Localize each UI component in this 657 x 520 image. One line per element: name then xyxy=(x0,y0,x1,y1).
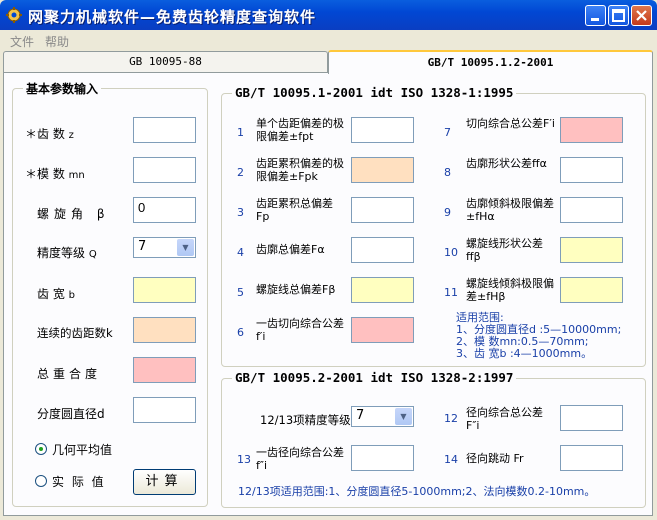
Fi-tangential-output[interactable] xyxy=(560,117,623,143)
item-number: 6 xyxy=(237,326,244,339)
item-label: 螺旋线倾斜极限偏差±fHβ xyxy=(466,277,554,303)
minimize-icon xyxy=(591,18,599,21)
radial-grade-value: 7 xyxy=(356,408,365,423)
item-label: 螺旋线形状公差ffβ xyxy=(466,237,543,263)
item-label: 径向跳动 Fr xyxy=(466,452,524,465)
item-number: 5 xyxy=(237,286,244,299)
range-note: 适用范围: 1、分度圆直径d :5—10000mm; 2、模 数mn:0.5—7… xyxy=(456,311,622,360)
item-label: 径向综合总公差F″i xyxy=(466,406,543,432)
accuracy-grade-select[interactable]: 7 ▼ xyxy=(133,237,196,258)
face-width-input[interactable] xyxy=(133,277,196,303)
module-label: ＊模 数 mn xyxy=(25,167,85,181)
title-bar: 网聚力机械软件—免费齿轮精度查询软件 xyxy=(0,0,657,30)
maximize-button[interactable] xyxy=(608,5,629,26)
item-label: 切向综合总公差F′i xyxy=(466,117,555,130)
ff-beta-output[interactable] xyxy=(560,237,623,263)
tab-gb-t-10095-2001[interactable]: GB/T 10095.1.2-2001 xyxy=(328,50,653,74)
item-label: 螺旋线总偏差Fβ xyxy=(256,283,336,296)
item-number: 1 xyxy=(237,126,244,139)
gear-app-icon xyxy=(6,7,22,23)
face-width-label: 齿 宽 b xyxy=(37,287,76,301)
fpk-output[interactable] xyxy=(351,157,414,183)
window-title: 网聚力机械软件—免费齿轮精度查询软件 xyxy=(28,8,317,26)
geometric-mean-label: 几何平均值 xyxy=(52,443,113,457)
item-number: 14 xyxy=(444,453,458,466)
item-label: 齿廓总偏差Fα xyxy=(256,243,325,256)
item-number: 13 xyxy=(237,453,251,466)
fi-tangential-output[interactable] xyxy=(351,317,414,343)
gb-10095-1-title: GB/T 10095.1-2001 idt ISO 1328-1:1995 xyxy=(232,85,517,100)
item-label: 单个齿距偏差的极限偏差±fpt xyxy=(256,117,344,143)
gb-10095-1-group: GB/T 10095.1-2001 idt ISO 1328-1:1995 1 … xyxy=(221,85,646,367)
item-number: 2 xyxy=(237,166,244,179)
fr-runout-output[interactable] xyxy=(560,445,623,471)
radial-grade-select[interactable]: 7 ▼ xyxy=(351,406,414,427)
pitch-count-label: 连续的齿距数k xyxy=(37,326,113,340)
tab-gb-10095-88[interactable]: GB 10095-88 xyxy=(3,51,328,73)
item-number: 7 xyxy=(444,126,451,139)
item-label: 齿廓倾斜极限偏差±fHα xyxy=(466,197,554,223)
close-icon xyxy=(636,10,647,21)
radial-range-note: 12/13项适用范围:1、分度圆直径5-1000mm;2、法向模数0.2-10m… xyxy=(238,485,596,498)
f-beta-output[interactable] xyxy=(351,277,414,303)
accuracy-grade-label: 精度等级 Q xyxy=(37,246,97,260)
actual-value-radio[interactable] xyxy=(35,475,47,487)
basic-params-title: 基本参数输入 xyxy=(23,80,102,97)
tab-panel: 基本参数输入 ＊齿 数 z ＊模 数 mn 螺旋角 β 0 精度等级 Q 7 ▼… xyxy=(3,72,653,516)
fh-beta-output[interactable] xyxy=(560,277,623,303)
item-label: 齿距累积总偏差Fp xyxy=(256,197,333,223)
f-alpha-output[interactable] xyxy=(351,237,414,263)
chevron-down-icon[interactable]: ▼ xyxy=(177,239,194,256)
radial-grade-label: 12/13项精度等级 xyxy=(260,413,351,427)
helix-angle-input[interactable]: 0 xyxy=(133,197,196,223)
actual-value-label: 实 际 值 xyxy=(52,475,106,489)
gb-10095-2-title: GB/T 10095.2-2001 idt ISO 1328-2:1997 xyxy=(232,370,517,385)
item-number: 11 xyxy=(444,286,458,299)
basic-params-group: 基本参数输入 ＊齿 数 z ＊模 数 mn 螺旋角 β 0 精度等级 Q 7 ▼… xyxy=(12,80,208,507)
teeth-input[interactable] xyxy=(133,117,196,143)
close-button[interactable] xyxy=(631,5,652,26)
fpt-output[interactable] xyxy=(351,117,414,143)
accuracy-grade-value: 7 xyxy=(138,239,147,254)
item-number: 4 xyxy=(237,246,244,259)
fi-radial-output[interactable] xyxy=(351,445,414,471)
contact-ratio-label: 总重合度 xyxy=(37,367,102,381)
module-input[interactable] xyxy=(133,157,196,183)
fh-alpha-output[interactable] xyxy=(560,197,623,223)
item-number: 12 xyxy=(444,412,458,425)
minimize-button[interactable] xyxy=(585,5,606,26)
calculate-button[interactable]: 计算 xyxy=(133,469,196,495)
pitch-diameter-input[interactable] xyxy=(133,397,196,423)
menu-bar: 文件 帮助 xyxy=(0,30,657,50)
item-label: 一齿切向综合公差f′i xyxy=(256,317,344,343)
Fi-radial-output[interactable] xyxy=(560,405,623,431)
item-label: 一齿径向综合公差f″i xyxy=(256,446,344,472)
item-number: 10 xyxy=(444,246,458,259)
maximize-icon xyxy=(612,9,625,22)
geometric-mean-radio[interactable] xyxy=(35,443,47,455)
helix-angle-label: 螺旋角 β xyxy=(37,207,105,221)
menu-help[interactable]: 帮助 xyxy=(45,33,69,50)
pitch-count-input[interactable] xyxy=(133,317,196,343)
gb-10095-2-group: GB/T 10095.2-2001 idt ISO 1328-2:1997 12… xyxy=(221,370,646,508)
teeth-label: ＊齿 数 z xyxy=(25,127,74,141)
item-label: 齿距累积偏差的极限偏差±Fpk xyxy=(256,157,344,183)
contact-ratio-input[interactable] xyxy=(133,357,196,383)
fp-output[interactable] xyxy=(351,197,414,223)
item-number: 8 xyxy=(444,166,451,179)
chevron-down-icon[interactable]: ▼ xyxy=(395,408,412,425)
pitch-diameter-label: 分度圆直径d xyxy=(37,407,105,421)
menu-file[interactable]: 文件 xyxy=(10,33,34,50)
ff-alpha-output[interactable] xyxy=(560,157,623,183)
item-number: 3 xyxy=(237,206,244,219)
item-number: 9 xyxy=(444,206,451,219)
item-label: 齿廓形状公差ffα xyxy=(466,157,547,170)
